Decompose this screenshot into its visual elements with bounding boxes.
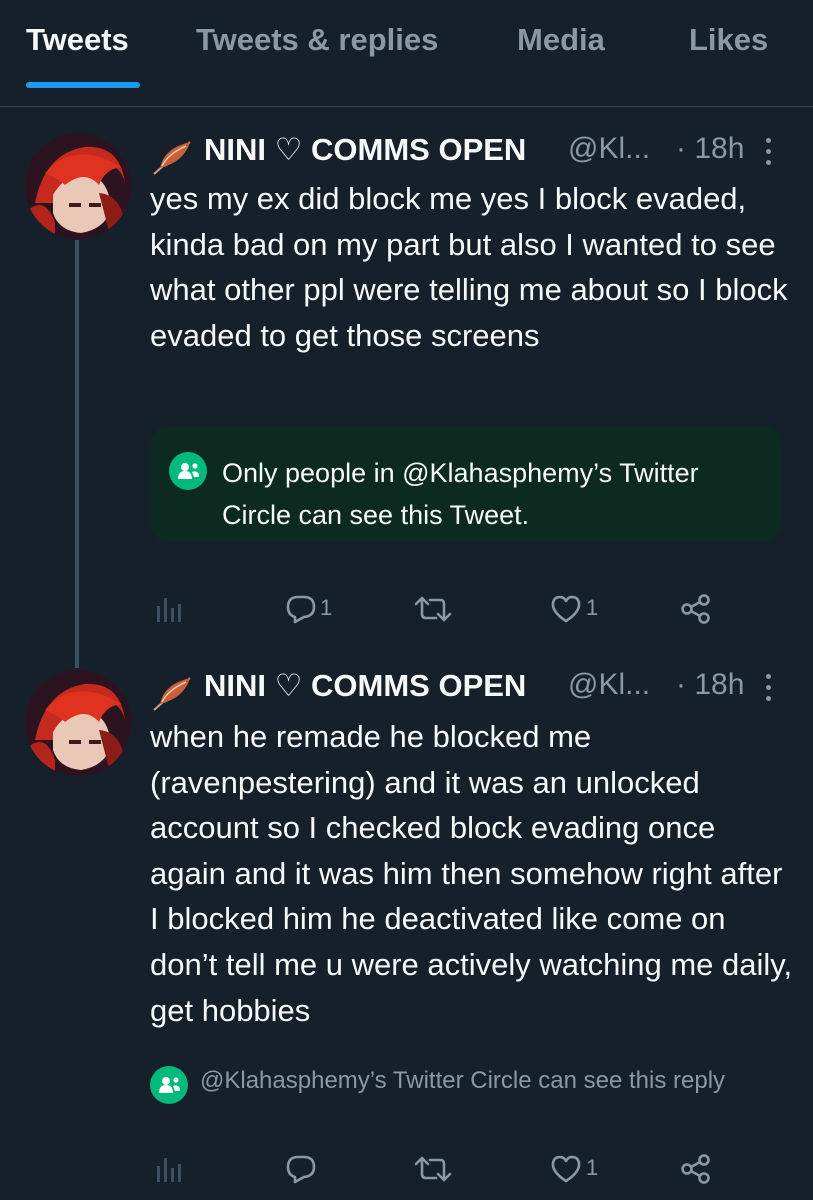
like-count: 1 — [586, 595, 599, 620]
analytics-icon — [157, 598, 181, 622]
tab-media[interactable]: Media — [517, 22, 605, 58]
avatar[interactable] — [25, 670, 131, 776]
twitter-circle-icon — [150, 1066, 188, 1104]
analytics-button[interactable] — [156, 1148, 186, 1188]
tab-likes[interactable]: Likes — [689, 22, 768, 58]
tab-tweets[interactable]: Tweets — [26, 22, 129, 58]
thread-connector-line — [75, 240, 79, 668]
reply-icon — [286, 595, 316, 624]
share-button[interactable] — [680, 588, 720, 628]
heart-icon — [551, 1155, 581, 1183]
more-vertical-icon[interactable] — [766, 674, 772, 704]
timestamp[interactable]: · 18h — [676, 132, 744, 166]
tab-tweets-and-replies[interactable]: Tweets & replies — [196, 22, 438, 58]
retweet-icon — [414, 1156, 452, 1182]
twitter-circle-icon — [169, 452, 207, 490]
reply-count: 1 — [320, 595, 333, 620]
reply-button[interactable] — [285, 1148, 345, 1188]
username-handle[interactable]: @Kl... — [568, 668, 650, 702]
analytics-button[interactable] — [156, 588, 186, 628]
retweet-button[interactable] — [414, 588, 454, 628]
tweet-header: NINI ♡ COMMS OPEN @Kl... · 18h — [150, 668, 790, 712]
share-icon — [681, 1154, 710, 1184]
like-count: 1 — [586, 1155, 599, 1180]
active-tab-indicator — [26, 82, 140, 88]
analytics-icon — [157, 1158, 181, 1182]
tweet-actions: 1 1 — [150, 588, 790, 628]
feather-icon — [153, 141, 191, 175]
heart-icon — [551, 595, 581, 623]
twitter-circle-notice: Only people in @Klahasphemy’s Twitter Ci… — [151, 426, 781, 542]
avatar[interactable] — [25, 133, 131, 239]
more-vertical-icon[interactable] — [766, 138, 772, 168]
share-icon — [681, 594, 710, 624]
reply-button[interactable]: 1 — [285, 588, 345, 628]
share-button[interactable] — [680, 1148, 720, 1188]
like-button[interactable]: 1 — [550, 588, 610, 628]
twitter-circle-reply-notice-text: @Klahasphemy’s Twitter Circle can see th… — [200, 1067, 726, 1094]
tweet-actions: 1 — [150, 1148, 790, 1188]
twitter-circle-reply-notice: @Klahasphemy’s Twitter Circle can see th… — [150, 1062, 790, 1104]
display-name[interactable]: NINI ♡ COMMS OPEN — [204, 132, 526, 168]
tweet-text: yes my ex did block me yes I block evade… — [150, 181, 788, 353]
username-handle[interactable]: @Kl... — [568, 132, 650, 166]
display-name[interactable]: NINI ♡ COMMS OPEN — [204, 668, 526, 704]
tweet-text: when he remade he blocked me (ravenpeste… — [150, 719, 793, 1028]
timestamp[interactable]: · 18h — [676, 668, 744, 702]
reply-icon — [286, 1155, 316, 1184]
tweet-header: NINI ♡ COMMS OPEN @Kl... · 18h — [150, 132, 790, 176]
like-button[interactable]: 1 — [550, 1148, 610, 1188]
feather-icon — [153, 677, 191, 711]
twitter-circle-notice-text: Only people in @Klahasphemy’s Twitter Ci… — [222, 458, 699, 530]
retweet-icon — [414, 596, 452, 622]
retweet-button[interactable] — [414, 1148, 454, 1188]
profile-tabs: Tweets Tweets & replies Media Likes — [0, 0, 813, 107]
